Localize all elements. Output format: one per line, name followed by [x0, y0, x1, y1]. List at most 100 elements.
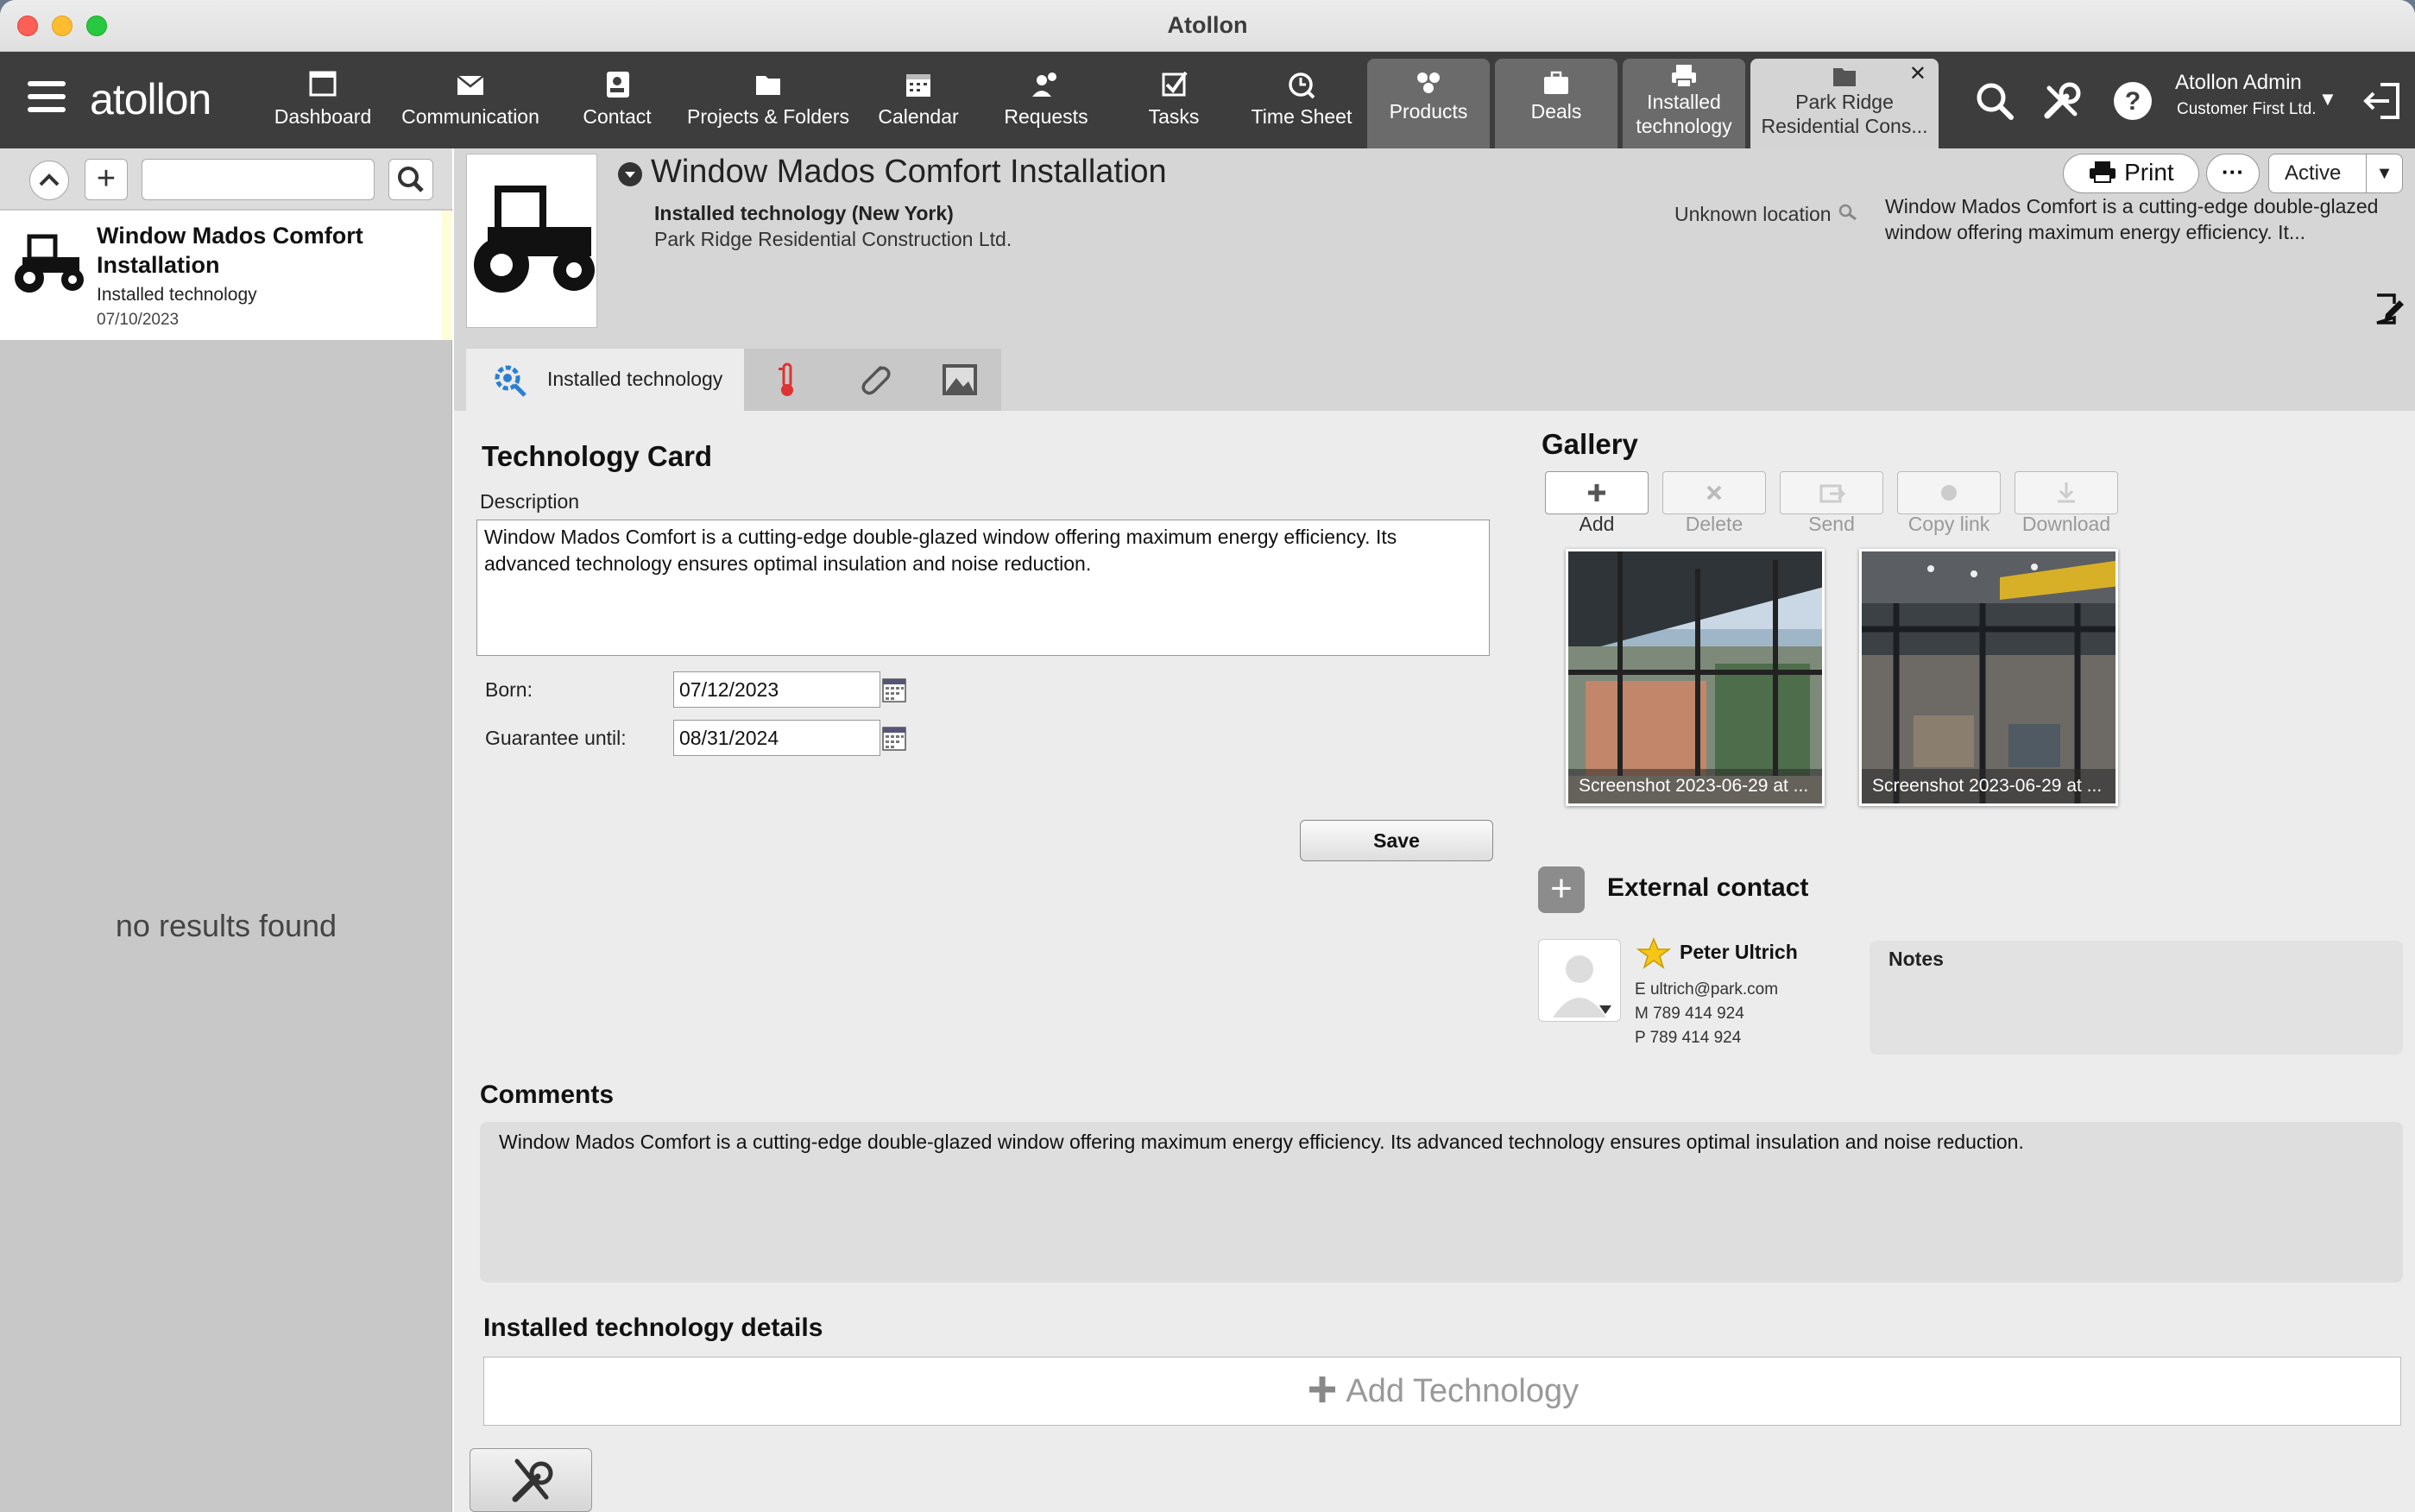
guarantee-date-field[interactable]: 08/31/2024 — [673, 720, 880, 756]
add-item-button[interactable]: + — [85, 159, 128, 200]
gallery-copy-link-label: Copy link — [1907, 513, 1990, 535]
plus-icon: + — [96, 161, 117, 197]
notes-field[interactable] — [1870, 941, 2403, 1055]
comments-text: Window Mados Comfort is a cutting-edge d… — [499, 1131, 2024, 1153]
search-icon — [398, 167, 424, 192]
save-button[interactable]: Save — [1300, 820, 1493, 861]
gallery-copy-link-button[interactable] — [1897, 471, 2001, 514]
nav-tasks[interactable]: Tasks — [1131, 52, 1217, 148]
gallery-photo[interactable]: Screenshot 2023-06-29 at ... — [1859, 549, 2118, 806]
nav-projects-folders[interactable]: Projects & Folders — [687, 52, 849, 148]
dashboard-icon — [309, 71, 337, 97]
calendar-picker-icon[interactable] — [882, 678, 906, 702]
photo-caption: Screenshot 2023-06-29 at ... — [1568, 769, 1822, 803]
gallery-download-button[interactable] — [2015, 471, 2118, 514]
list-item-date: 07/10/2023 — [97, 311, 180, 329]
user-org: Customer First Ltd. — [2177, 100, 2317, 118]
calendar-icon — [906, 74, 930, 97]
notes-label: Notes — [1888, 948, 1944, 970]
hamburger-menu-icon[interactable] — [28, 81, 66, 116]
tab-installed-technology[interactable]: Installed technology — [1623, 59, 1745, 148]
sidebar-search-button[interactable] — [388, 159, 433, 200]
list-item[interactable]: Window Mados Comfort Installation Instal… — [0, 211, 452, 340]
nav-dashboard[interactable]: Dashboard — [264, 52, 381, 148]
person-placeholder-icon — [1553, 955, 1611, 1017]
nav-time-sheet[interactable]: Time Sheet — [1246, 52, 1357, 148]
record-thumbnail — [466, 154, 597, 328]
list-item-subtitle: Installed technology — [97, 285, 257, 305]
chevron-down-icon: ▼ — [2366, 154, 2402, 192]
nav-communication[interactable]: Communication — [395, 52, 545, 148]
print-button[interactable]: Print — [2063, 154, 2199, 193]
logout-icon[interactable] — [2361, 79, 2405, 123]
tools-icon[interactable] — [2040, 79, 2084, 123]
born-label: Born: — [485, 678, 533, 701]
checkbox-icon — [1162, 71, 1188, 97]
sidebar: + Window Mados Comfort Installation Inst… — [0, 148, 452, 1512]
plus-icon — [1308, 1377, 1335, 1402]
thermometer-icon — [779, 362, 793, 396]
details-title: Installed technology details — [483, 1314, 823, 1342]
nav-requests[interactable]: Requests — [994, 52, 1098, 148]
printer-icon — [1672, 65, 1696, 88]
record-type: Installed technology (New York) — [654, 202, 954, 224]
paperclip-icon — [861, 366, 891, 395]
edit-note-icon[interactable] — [2372, 292, 2406, 326]
gallery-add-button[interactable] — [1545, 471, 1649, 514]
record-menu-caret-icon[interactable] — [618, 162, 642, 186]
tools-button[interactable] — [470, 1448, 592, 1512]
contact-name[interactable]: Peter Ultrich — [1680, 941, 1798, 964]
sidebar-search-input[interactable] — [142, 159, 375, 200]
help-icon[interactable]: ? — [2111, 79, 2154, 123]
comments-title: Comments — [480, 1080, 615, 1109]
list-item-title: Window Mados Comfort Installation — [97, 223, 363, 278]
user-menu-caret-icon[interactable]: ▼ — [2318, 88, 2337, 110]
plus-icon — [1588, 484, 1605, 501]
more-options-button[interactable]: ··· — [2206, 154, 2260, 193]
gallery-send-button[interactable] — [1780, 471, 1883, 514]
photo-image — [1568, 551, 1822, 803]
location-text[interactable]: Unknown location — [1674, 202, 1859, 226]
status-select[interactable]: Active ▼ — [2268, 154, 2403, 193]
description-field[interactable]: Window Mados Comfort is a cutting-edge d… — [476, 520, 1490, 656]
tractor-icon — [15, 234, 84, 293]
collapse-up-button[interactable] — [29, 161, 69, 200]
tab-products[interactable]: Products — [1367, 59, 1490, 148]
record-title: Window Mados Comfort Installation — [651, 154, 1167, 190]
gallery-photo[interactable]: Screenshot 2023-06-29 at ... — [1566, 549, 1825, 806]
contact-mobile[interactable]: M 789 414 924 — [1635, 1005, 1744, 1024]
folder-icon — [756, 76, 780, 95]
record-company-link[interactable]: Park Ridge Residential Construction Ltd. — [654, 228, 1012, 251]
close-tab-icon[interactable]: ✕ — [1909, 62, 1926, 86]
share-icon — [1819, 484, 1846, 503]
nav-contact[interactable]: Contact — [570, 52, 665, 148]
add-external-contact-button[interactable]: + — [1538, 866, 1585, 913]
gallery-delete-button[interactable] — [1662, 471, 1766, 514]
tab-deals[interactable]: Deals — [1495, 59, 1617, 148]
contact-card-icon — [607, 72, 629, 98]
user-name[interactable]: Atollon Admin — [2175, 71, 2302, 95]
printer-icon — [2090, 161, 2116, 183]
add-technology-button[interactable]: Add Technology — [483, 1357, 2401, 1426]
contact-email[interactable]: E ultrich@park.com — [1635, 980, 1778, 999]
products-icon — [1417, 72, 1440, 93]
tab-attachments[interactable] — [830, 349, 917, 411]
tab-measurements[interactable] — [744, 349, 830, 411]
avatar[interactable] — [1538, 939, 1621, 1022]
app-window: Atollon atollon Dashboard Communication … — [0, 0, 2415, 1512]
stopwatch-icon — [1289, 72, 1315, 99]
born-date-field[interactable]: 07/12/2023 — [673, 671, 880, 708]
photo-image — [1862, 551, 2115, 803]
calendar-picker-icon[interactable] — [882, 727, 906, 751]
tab-images[interactable] — [917, 349, 1001, 411]
tab-installed-technology-card[interactable]: Installed technology — [466, 349, 744, 411]
gallery-add-label: Add — [1579, 513, 1615, 535]
tools-icon — [512, 1458, 553, 1503]
search-icon[interactable] — [1973, 79, 2016, 123]
main-content: Technology Card Description Window Mados… — [454, 411, 2415, 1512]
title-bar: Atollon — [0, 0, 2415, 52]
contact-phone[interactable]: P 789 414 924 — [1635, 1029, 1741, 1048]
nav-calendar[interactable]: Calendar — [872, 52, 965, 148]
star-icon[interactable] — [1636, 937, 1671, 970]
tab-park-ridge[interactable]: Park Ridge Residential Cons... ✕ — [1750, 59, 1939, 148]
